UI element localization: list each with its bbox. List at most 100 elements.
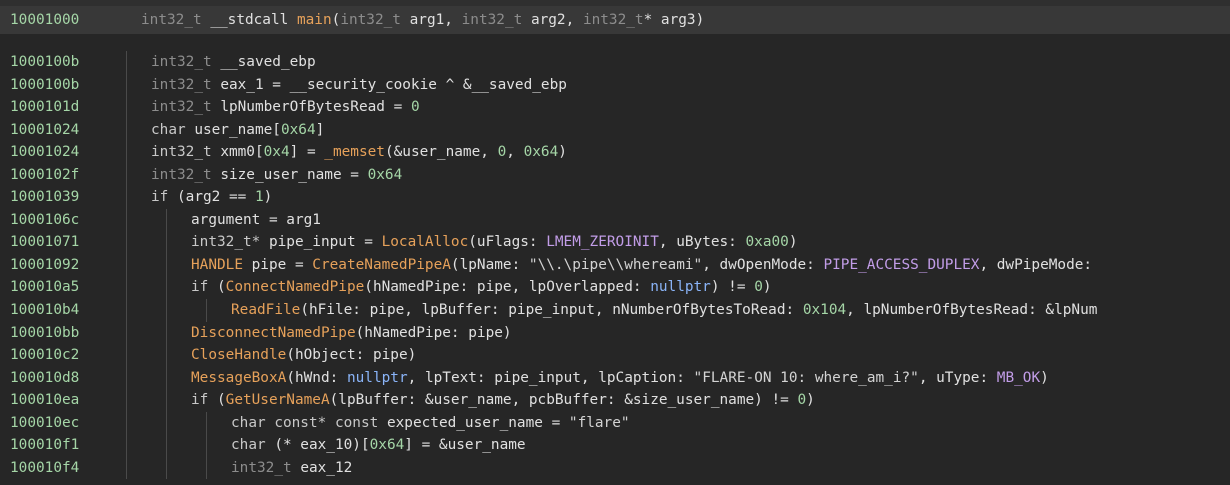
indent-guide	[166, 456, 167, 480]
line-address[interactable]: 1000100b	[0, 74, 141, 97]
code-token: , lpNumberOfBytesRead: &lpNum	[846, 302, 1098, 319]
line-address[interactable]: 100010bb	[0, 322, 141, 345]
function-address[interactable]: 10001000	[0, 12, 141, 28]
line-address[interactable]: 1000100b	[0, 51, 141, 74]
code-token: CreateNamedPipeA	[312, 256, 451, 273]
code-line[interactable]: 1000102f int32_t size_user_name = 0x64	[0, 163, 1230, 187]
code-text[interactable]: char user_name[0x64]	[151, 119, 324, 142]
code-token: "flare"	[568, 414, 630, 431]
code-line[interactable]: 100010b4 ReadFile(hFile: pipe, lpBuffer: …	[0, 299, 1230, 322]
code-text[interactable]: argument = arg1	[191, 209, 321, 232]
code-token: int32_t	[461, 12, 523, 28]
code-text[interactable]: int32_t size_user_name = 0x64	[151, 164, 402, 187]
code-text[interactable]: HANDLE pipe = CreateNamedPipeA(lpName: "…	[191, 254, 1101, 277]
code-line[interactable]: 1000100b int32_t eax_1 = __security_cooki…	[0, 73, 1230, 97]
line-address[interactable]: 10001039	[0, 186, 141, 209]
code-token: char	[151, 121, 186, 138]
code-token: pipe_input =	[260, 234, 382, 251]
code-text[interactable]: int32_t eax_1 = __security_cookie ^ &__s…	[151, 74, 567, 97]
code-text[interactable]: char const* const expected_user_name = "…	[231, 412, 630, 435]
function-signature-bar[interactable]: 10001000 int32_t __stdcall main(int32_t …	[0, 0, 1230, 34]
line-address[interactable]: 100010d8	[0, 367, 141, 390]
code-token: 0	[410, 99, 420, 116]
code-text[interactable]: if (arg2 == 1)	[151, 186, 272, 209]
line-address[interactable]: 100010ea	[0, 389, 141, 412]
code-token: )	[558, 144, 567, 161]
code-line[interactable]: 100010bb DisconnectNamedPipe(hNamedPipe: …	[0, 321, 1230, 345]
code-line[interactable]: 10001039 if (arg2 == 1)	[0, 186, 1230, 209]
code-line[interactable]: 100010d8 MessageBoxA(hWnd: nullptr, lpTex…	[0, 366, 1230, 390]
code-line[interactable]: 100010a5 if (ConnectNamedPipe(hNamedPipe:…	[0, 276, 1230, 300]
code-line[interactable]: 1000100b int32_t __saved_ebp	[0, 51, 1230, 74]
code-token: arg1,	[400, 12, 462, 28]
code-text[interactable]: ReadFile(hFile: pipe, lpBuffer: pipe_inp…	[231, 299, 1097, 322]
code-line[interactable]: 10001071 int32_t* pipe_input = LocalAlloc…	[0, 231, 1230, 254]
code-text[interactable]: DisconnectNamedPipe(hNamedPipe: pipe)	[191, 322, 512, 345]
code-text[interactable]: int32_t xmm0[0x4] = _memset(&user_name, …	[151, 141, 567, 164]
code-text[interactable]: MessageBoxA(hWnd: nullptr, lpText: pipe_…	[191, 367, 1049, 390]
code-token: )	[1040, 369, 1049, 386]
code-token: (	[208, 279, 226, 296]
code-text[interactable]: int32_t lpNumberOfBytesRead = 0	[151, 96, 420, 119]
indent-guide	[126, 73, 127, 97]
code-text[interactable]: CloseHandle(hObject: pipe)	[191, 344, 416, 367]
code-token: arg2,	[522, 12, 583, 28]
code-token: ] = &user_name	[404, 437, 526, 454]
code-line[interactable]: 10001024 char user_name[0x64]	[0, 118, 1230, 142]
indent-guide	[166, 366, 167, 390]
code-token: int32_t	[582, 12, 644, 28]
code-text[interactable]: char (* eax_10)[0x64] = &user_name	[231, 434, 526, 457]
code-line[interactable]: 100010c2 CloseHandle(hObject: pipe)	[0, 344, 1230, 367]
code-token: , dwPipeMode:	[979, 256, 1101, 273]
code-token: 0	[497, 144, 507, 161]
code-token: ^ &__saved_ebp	[436, 76, 567, 93]
code-text[interactable]: int32_t eax_12	[231, 457, 352, 480]
line-address[interactable]: 100010ec	[0, 412, 141, 435]
line-address[interactable]: 100010b4	[0, 299, 141, 322]
line-address[interactable]: 100010f4	[0, 457, 141, 480]
code-text[interactable]: int32_t __saved_ebp	[151, 51, 316, 74]
line-address[interactable]: 100010c2	[0, 344, 141, 367]
indent-guide	[166, 208, 167, 232]
code-line[interactable]: 10001092 HANDLE pipe = CreateNamedPipeA(l…	[0, 253, 1230, 277]
line-address[interactable]: 10001092	[0, 254, 141, 277]
indent-guide	[126, 366, 127, 390]
code-token: if	[151, 189, 169, 206]
code-line[interactable]: 100010ec char const* const expected_user_…	[0, 411, 1230, 435]
code-line[interactable]: 1000101d int32_t lpNumberOfBytesRead = 0	[0, 96, 1230, 119]
code-line[interactable]: 10001024 int32_t xmm0[0x4] = _memset(&use…	[0, 141, 1230, 164]
line-address[interactable]: 100010f1	[0, 434, 141, 457]
code-text[interactable]: if (GetUserNameA(lpBuffer: &user_name, p…	[191, 389, 815, 412]
code-token: if	[191, 392, 209, 409]
code-text[interactable]: int32_t* pipe_input = LocalAlloc(uFlags:…	[191, 231, 798, 254]
code-line[interactable]: 100010ea if (GetUserNameA(lpBuffer: &user…	[0, 389, 1230, 412]
line-address[interactable]: 1000106c	[0, 209, 141, 232]
code-token: char	[231, 437, 266, 454]
code-line[interactable]: 1000106c argument = arg1	[0, 208, 1230, 232]
line-address[interactable]: 100010a5	[0, 276, 141, 299]
code-token: main	[296, 12, 332, 28]
line-address[interactable]: 10001024	[0, 141, 141, 164]
code-token: eax_1 =	[211, 76, 290, 93]
code-token: __security_cookie	[289, 76, 437, 93]
code-token: 0x104	[802, 302, 847, 319]
line-address[interactable]: 10001024	[0, 119, 141, 142]
code-token: HANDLE	[191, 256, 243, 273]
code-token: MB_OK	[996, 369, 1041, 386]
code-text[interactable]: if (ConnectNamedPipe(hNamedPipe: pipe, l…	[191, 276, 772, 299]
line-address[interactable]: 1000102f	[0, 164, 141, 187]
indent-guide	[126, 208, 127, 232]
line-address[interactable]: 1000101d	[0, 96, 141, 119]
indent-guide	[166, 299, 167, 322]
code-token: 0x64	[367, 166, 403, 183]
function-signature[interactable]: int32_t __stdcall main(int32_t arg1, int…	[141, 12, 704, 28]
indent-guide	[206, 434, 207, 457]
code-token: (hWnd:	[286, 369, 347, 386]
code-token: nullptr	[650, 279, 711, 296]
code-token: int32_t	[151, 99, 212, 116]
code-line[interactable]: 100010f4 int32_t eax_12	[0, 456, 1230, 480]
code-line[interactable]: 100010f1 char (* eax_10)[0x64] = &user_na…	[0, 434, 1230, 457]
line-address[interactable]: 10001071	[0, 231, 141, 254]
code-token: user_name[	[185, 121, 281, 138]
